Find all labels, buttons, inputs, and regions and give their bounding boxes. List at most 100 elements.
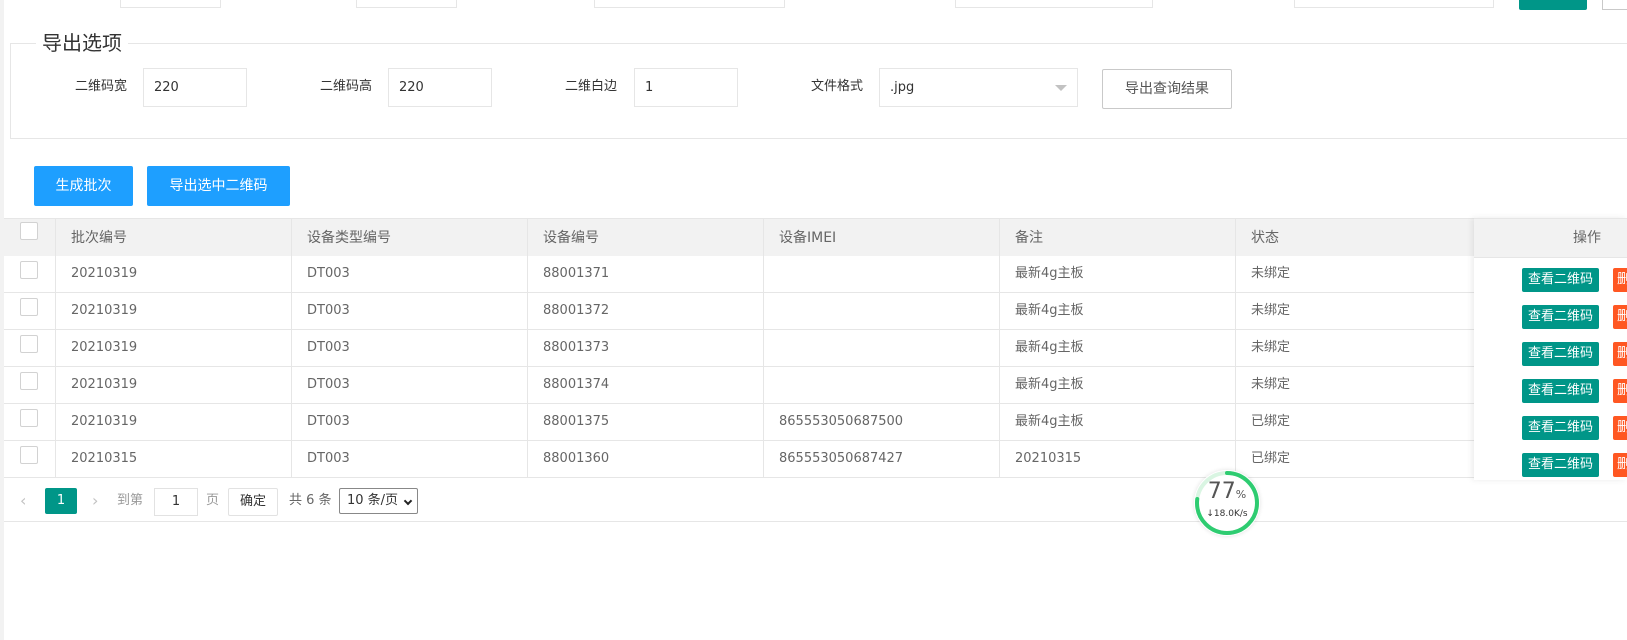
table-row: 20210315 DT003 88001360 865553050687427 2021… [4, 441, 1627, 478]
cell-status: 已绑定 [1251, 414, 1291, 429]
delete-button[interactable]: 删 [1613, 305, 1627, 329]
row-checkbox[interactable] [20, 372, 38, 390]
view-qr-button[interactable]: 查看二维码 [1522, 453, 1600, 477]
prev-page-icon[interactable]: ‹ [20, 488, 26, 514]
current-page[interactable]: 1 [45, 488, 77, 514]
delete-button[interactable]: 删 [1613, 268, 1627, 292]
table-row: 20210319 DT003 88001372 最新4g主板 未绑定 [4, 293, 1627, 330]
cell-batch: 20210319 [56, 330, 292, 366]
cell-batch: 20210315 [56, 441, 292, 477]
row-checkbox-cell [4, 367, 56, 403]
table-header: 批次编号 设备类型编号 设备编号 设备IMEI 备注 状态 [4, 218, 1627, 258]
row-checkbox-cell [4, 330, 56, 366]
qr-margin-input[interactable]: 1 [634, 68, 738, 107]
cell-batch: 20210319 [56, 293, 292, 329]
cell-note: 最新4g主板 [1000, 256, 1236, 292]
cell-note: 最新4g主板 [1000, 293, 1236, 329]
cell-imei [764, 330, 1000, 366]
header-operation-label: 操作 [1573, 230, 1601, 246]
next-page-icon[interactable]: › [92, 488, 98, 514]
header-batch[interactable]: 批次编号 [56, 219, 292, 257]
export-selected-qr-button[interactable]: 导出选中二维码 [147, 166, 290, 206]
row-checkbox-cell [4, 293, 56, 329]
reset-button[interactable] [1602, 0, 1627, 10]
filter-input-2[interactable] [356, 0, 457, 8]
row-checkbox[interactable] [20, 409, 38, 427]
select-all-checkbox[interactable] [20, 222, 38, 240]
qr-height-label: 二维码高 [320, 79, 373, 94]
cell-device-no: 88001375 [528, 404, 764, 440]
percent-value: 77 [1207, 479, 1236, 504]
network-speed-widget[interactable]: 77% ↓18.0K/s [1194, 470, 1260, 536]
cell-device-no: 88001372 [528, 293, 764, 329]
view-qr-button[interactable]: 查看二维码 [1522, 305, 1600, 329]
cell-note: 最新4g主板 [1000, 404, 1236, 440]
row-checkbox-cell [4, 441, 56, 477]
qr-width-input[interactable]: 220 [143, 68, 247, 107]
filter-input-4[interactable] [955, 0, 1153, 8]
cell-imei [764, 367, 1000, 403]
filter-input-1[interactable] [120, 0, 221, 8]
goto-confirm-button[interactable]: 确定 [228, 488, 278, 516]
delete-button[interactable]: 删 [1613, 416, 1627, 440]
table-row: 20210319 DT003 88001371 最新4g主板 未绑定 [4, 256, 1627, 293]
file-format-select[interactable]: .jpg [879, 68, 1078, 107]
table-row: 20210319 DT003 88001375 865553050687500 最新4g… [4, 404, 1627, 441]
header-checkbox-cell [4, 219, 56, 257]
header-imei[interactable]: 设备IMEI [764, 219, 1000, 257]
pagination: ‹ 1 › 到第 1 页 确定 共 6 条 10 条/页 [4, 480, 1627, 522]
cell-device-type: DT003 [292, 330, 528, 366]
header-note[interactable]: 备注 [1000, 219, 1236, 257]
qr-height-input[interactable]: 220 [388, 68, 492, 107]
delete-button[interactable]: 删 [1613, 379, 1627, 403]
export-results-button[interactable]: 导出查询结果 [1102, 69, 1232, 109]
view-qr-button[interactable]: 查看二维码 [1522, 268, 1600, 292]
row-checkbox[interactable] [20, 298, 38, 316]
delete-button[interactable]: 删 [1613, 453, 1627, 477]
filter-input-5[interactable] [1294, 0, 1494, 8]
download-speed: ↓18.0K/s [1206, 509, 1248, 519]
search-button[interactable] [1519, 0, 1587, 10]
chevron-down-icon [1055, 85, 1067, 91]
operation-column: 操作 查看二维码删查看二维码删查看二维码删查看二维码删查看二维码删查看二维码删 [1474, 218, 1627, 480]
row-checkbox[interactable] [20, 446, 38, 464]
cell-device-type: DT003 [292, 404, 528, 440]
cell-device-type: DT003 [292, 441, 528, 477]
generate-batch-button[interactable]: 生成批次 [34, 166, 133, 206]
cell-device-type: DT003 [292, 256, 528, 292]
cell-batch: 20210319 [56, 256, 292, 292]
filter-input-3[interactable] [594, 0, 785, 8]
export-options-legend: 导出选项 [36, 30, 128, 56]
row-checkbox[interactable] [20, 261, 38, 279]
goto-page-input[interactable]: 1 [154, 488, 198, 516]
row-checkbox-cell [4, 256, 56, 292]
cell-status: 已绑定 [1251, 451, 1291, 466]
page-size-value: 10 条/页 [347, 493, 399, 508]
view-qr-button[interactable]: 查看二维码 [1522, 416, 1600, 440]
header-device-no[interactable]: 设备编号 [528, 219, 764, 257]
table-row: 20210319 DT003 88001374 最新4g主板 未绑定 [4, 367, 1627, 404]
page-size-select[interactable]: 10 条/页 [339, 488, 418, 514]
cell-imei [764, 256, 1000, 292]
header-operation: 操作 [1474, 218, 1627, 258]
cell-note: 最新4g主板 [1000, 367, 1236, 403]
view-qr-button[interactable]: 查看二维码 [1522, 379, 1600, 403]
page-unit-label: 页 [206, 493, 220, 508]
cell-device-no: 88001371 [528, 256, 764, 292]
view-qr-button[interactable]: 查看二维码 [1522, 342, 1600, 366]
cell-status: 未绑定 [1251, 340, 1291, 355]
cell-note: 最新4g主板 [1000, 330, 1236, 366]
header-status[interactable]: 状态 [1236, 219, 1474, 257]
qr-margin-label: 二维白边 [565, 79, 618, 94]
cell-status: 未绑定 [1251, 377, 1291, 392]
cell-device-no: 88001374 [528, 367, 764, 403]
delete-button[interactable]: 删 [1613, 342, 1627, 366]
cell-device-no: 88001373 [528, 330, 764, 366]
cell-device-type: DT003 [292, 293, 528, 329]
file-format-label: 文件格式 [811, 79, 864, 94]
row-checkbox[interactable] [20, 335, 38, 353]
header-device-type[interactable]: 设备类型编号 [292, 219, 528, 257]
speed-percent: 77% [1194, 480, 1260, 507]
total-count: 共 6 条 [289, 493, 332, 508]
file-format-value: .jpg [890, 80, 915, 95]
